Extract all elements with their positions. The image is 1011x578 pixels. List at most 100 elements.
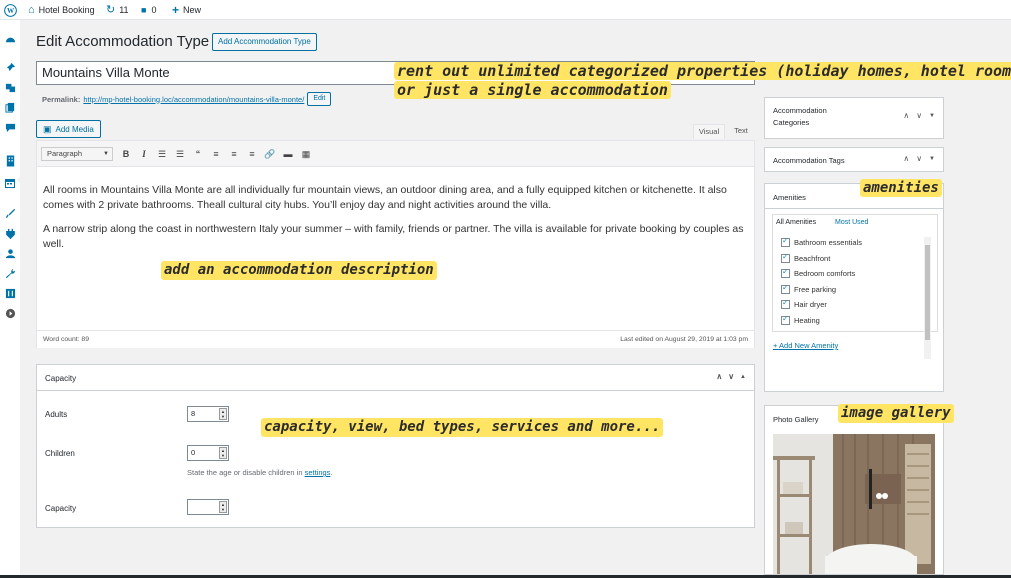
tab-most-used[interactable]: Most Used <box>835 219 868 226</box>
amenities-scrollbar[interactable] <box>924 237 931 359</box>
categories-title-line2: Categories <box>773 118 810 127</box>
amenity-item[interactable]: Bedroom comforts <box>781 266 926 282</box>
move-down-icon[interactable]: ∨ <box>916 111 922 122</box>
permalink-row: Permalink: http://mp-hotel-booking.loc/a… <box>42 92 332 106</box>
format-select-value: Paragraph <box>47 149 83 158</box>
amenity-label: Bedroom comforts <box>794 269 856 279</box>
media-icon[interactable] <box>3 80 17 94</box>
svg-text:W: W <box>7 7 15 15</box>
move-up-icon[interactable]: ∧ <box>716 372 722 383</box>
metabox-controls: ∧ ∨ ▼ <box>903 111 935 122</box>
amenity-item[interactable]: Beachfront <box>781 251 926 267</box>
permalink-url-link[interactable]: http://mp-hotel-booking.loc/accommodatio… <box>83 95 304 104</box>
settings-link[interactable]: settings <box>305 468 331 477</box>
site-name-link[interactable]: ⌂ Hotel Booking <box>28 0 95 20</box>
plugins-icon[interactable] <box>3 226 17 240</box>
link-icon[interactable]: 🔗 <box>263 147 277 161</box>
toggle-panel-icon[interactable]: ▲ <box>740 372 746 383</box>
children-input[interactable]: 0 ▲ ▼ <box>187 445 229 461</box>
move-up-icon[interactable]: ∧ <box>903 154 909 165</box>
amenity-item[interactable]: Bathroom essentials <box>781 235 926 251</box>
read-more-icon[interactable]: ▬ <box>281 147 295 161</box>
add-media-button[interactable]: ▣ Add Media <box>36 120 101 138</box>
admin-menu <box>0 20 21 578</box>
amenity-checkbox[interactable] <box>781 283 790 294</box>
italic-icon[interactable]: I <box>137 147 151 161</box>
adults-input[interactable]: 8 ▲ ▼ <box>187 406 229 422</box>
amenity-checkbox[interactable] <box>781 236 790 248</box>
updates-link[interactable]: ↻ 11 <box>106 0 129 20</box>
accommodation-icon[interactable] <box>3 154 17 168</box>
align-right-icon[interactable]: ≡ <box>245 147 259 161</box>
tab-text[interactable]: Text <box>728 124 754 139</box>
children-hint: State the age or disable children in set… <box>187 468 333 477</box>
format-select[interactable]: Paragraph ▼ <box>41 147 113 161</box>
annotation-gallery: image gallery <box>838 404 954 423</box>
amenity-item[interactable]: Heating <box>781 313 926 329</box>
appearance-brush-icon[interactable] <box>3 206 17 220</box>
children-value: 0 <box>191 448 196 457</box>
blockquote-icon[interactable]: “ <box>191 147 205 161</box>
amenity-label: Hair dryer <box>794 300 827 310</box>
dashboard-icon[interactable] <box>3 32 17 46</box>
metabox-controls: ∧ ∨ ▼ <box>903 154 935 165</box>
amenity-label: Bathroom essentials <box>794 238 862 248</box>
gallery-title: Photo Gallery <box>773 415 819 424</box>
collapse-menu-icon[interactable] <box>3 306 17 320</box>
toggle-panel-icon[interactable]: ▼ <box>929 154 935 165</box>
move-down-icon[interactable]: ∨ <box>916 154 922 165</box>
new-content-link[interactable]: + New <box>172 0 201 20</box>
adults-value: 8 <box>191 409 196 418</box>
tab-all-amenities[interactable]: All Amenities <box>776 219 816 226</box>
tab-visual[interactable]: Visual <box>693 124 725 139</box>
amenity-checkbox[interactable] <box>781 314 790 325</box>
amenity-label: Free parking <box>794 284 837 294</box>
metabox-controls: ∧ ∨ ▲ <box>716 372 746 383</box>
editor-status-bar: Word count: 89 Last edited on August 29,… <box>37 330 754 348</box>
amenities-tabs-panel: All Amenities Most Used Bathroom essenti… <box>772 214 938 359</box>
move-down-icon[interactable]: ∨ <box>728 372 734 383</box>
add-new-amenity-link[interactable]: + Add New Amenity <box>773 341 838 350</box>
editor-content[interactable]: All rooms in Mountains Villa Monte are a… <box>43 183 749 261</box>
spinner-icon[interactable]: ▲ ▼ <box>219 447 227 459</box>
capacity-metabox: Capacity ∧ ∨ ▲ Adults 8 ▲ ▼ Children 0 ▲ ▼… <box>36 364 755 528</box>
move-up-icon[interactable]: ∧ <box>903 111 909 122</box>
bookings-calendar-icon[interactable] <box>0 172 21 194</box>
amenity-checkbox[interactable] <box>781 298 790 310</box>
bold-icon[interactable]: B <box>119 147 133 161</box>
gallery-image[interactable] <box>773 434 935 574</box>
amenity-checkbox[interactable] <box>781 252 790 263</box>
capacity-metabox-title: Capacity <box>45 374 77 383</box>
annotation-description: add an accommodation description <box>161 261 437 280</box>
settings-icon[interactable] <box>3 286 17 300</box>
home-icon: ⌂ <box>28 4 35 16</box>
amenity-item[interactable]: Free parking <box>781 282 926 298</box>
posts-pin-icon[interactable] <box>3 60 17 74</box>
add-accommodation-type-button[interactable]: Add Accommodation Type <box>212 33 317 51</box>
align-left-icon[interactable]: ≡ <box>209 147 223 161</box>
capacity-input[interactable]: ▲ ▼ <box>187 499 229 515</box>
chevron-down-icon: ▼ <box>103 151 109 157</box>
pages-icon[interactable] <box>3 100 17 114</box>
amenity-item[interactable]: Hair dryer <box>781 297 926 313</box>
spinner-icon[interactable]: ▲ ▼ <box>219 408 227 420</box>
comments-link[interactable]: ■ 0 <box>141 0 156 20</box>
comments-icon[interactable] <box>3 120 17 134</box>
wordpress-logo-icon[interactable]: W <box>4 0 17 20</box>
scrollbar-thumb[interactable] <box>925 245 930 340</box>
amenity-item[interactable]: Terrace <box>781 328 926 331</box>
toggle-panel-icon[interactable]: ▼ <box>929 111 935 122</box>
spinner-icon[interactable]: ▲ ▼ <box>219 501 227 513</box>
users-icon[interactable] <box>3 246 17 260</box>
amenity-checkbox[interactable] <box>781 267 790 279</box>
content-paragraph: A narrow strip along the coast in northw… <box>43 223 744 250</box>
annotation-amenities: amenities <box>860 179 942 197</box>
tools-wrench-icon[interactable] <box>3 266 17 280</box>
toolbar-toggle-icon[interactable]: ▦ <box>299 147 313 161</box>
amenities-list: Bathroom essentials Beachfront Bedroom com… <box>781 235 926 331</box>
align-center-icon[interactable]: ≡ <box>227 147 241 161</box>
permalink-edit-button[interactable]: Edit <box>307 92 332 106</box>
bullet-list-icon[interactable]: ☰ <box>155 147 169 161</box>
numbered-list-icon[interactable]: ☰ <box>173 147 187 161</box>
admin-bar: W ⌂ Hotel Booking ↻ 11 ■ 0 + New <box>0 0 1011 20</box>
